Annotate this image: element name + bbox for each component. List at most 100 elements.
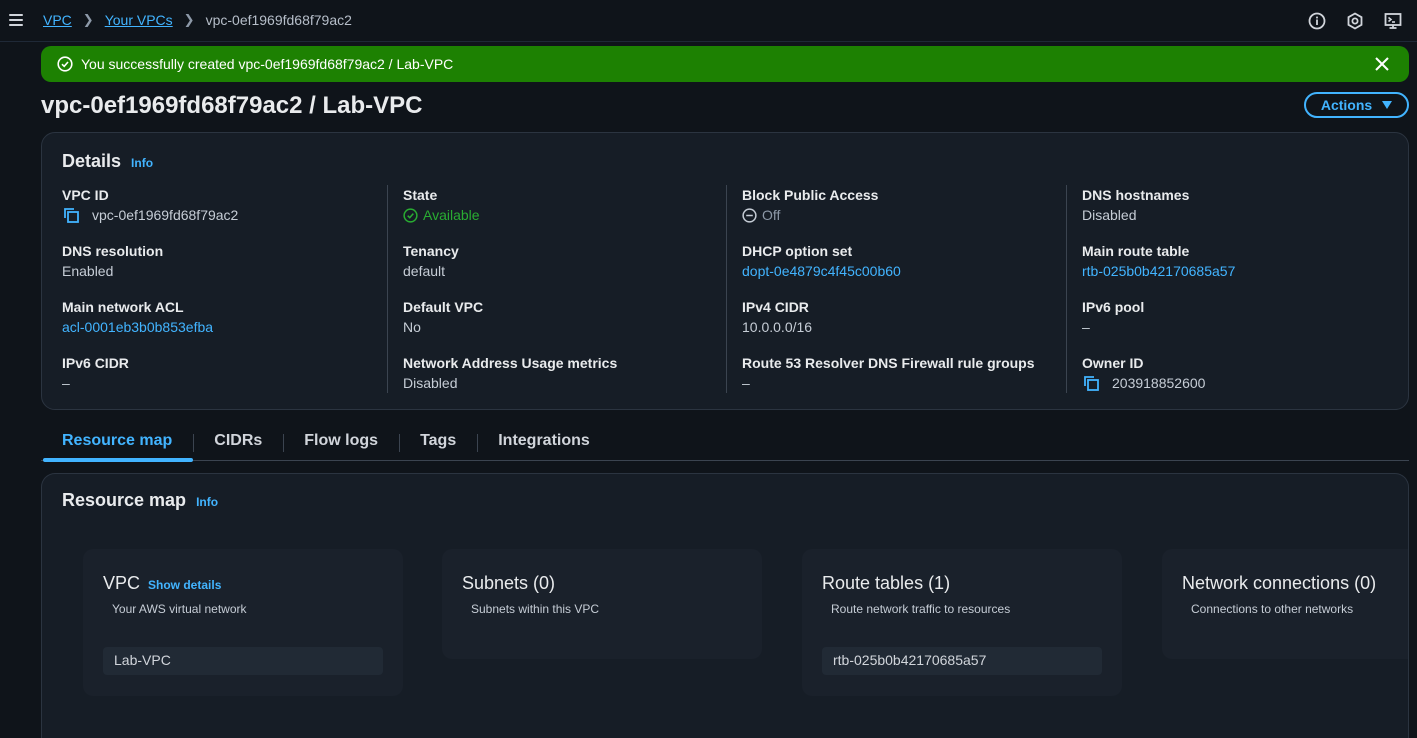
field-route53-firewall: Route 53 Resolver DNS Firewall rule grou… [742,353,1035,409]
field-dns-hostnames: DNS hostnames Disabled [1082,185,1235,241]
tab-integrations[interactable]: Integrations [477,428,611,460]
details-column-2: State Available Tenancy default Default … [387,185,617,393]
field-default-vpc: Default VPC No [403,297,617,353]
resource-map-info-link[interactable]: Info [196,495,218,509]
resource-map-title: Resource map [62,490,187,510]
subnets-box: Subnets (0) Subnets within this VPC [442,549,762,659]
field-value: – [742,375,750,391]
block-public-access-value: Off [762,207,781,223]
dhcp-option-set-link[interactable]: dopt-0e4879c4f45c00b60 [742,261,901,281]
flash-message: You successfully created vpc-0ef1969fd68… [81,56,454,72]
field-label: Main network ACL [62,299,184,315]
field-label: Default VPC [403,299,484,315]
vpc-id-value: vpc-0ef1969fd68f79ac2 [92,207,239,223]
tab-flow-logs[interactable]: Flow logs [283,428,399,460]
route-tables-box: Route tables (1) Route network traffic t… [802,549,1122,696]
field-main-network-acl: Main network ACL acl-0001eb3b0b853efba [62,297,238,353]
info-circle-icon[interactable] [1307,11,1327,31]
details-panel: Details Info VPC ID vpc-0ef1969fd68f79ac… [41,132,1409,410]
field-value: 203918852600 [1082,373,1235,393]
resource-map-heading: Resource map Info [62,490,218,511]
top-navigation-bar: VPC ❯ Your VPCs ❯ vpc-0ef1969fd68f79ac2 [0,0,1417,42]
route-table-item[interactable]: rtb-025b0b42170685a57 [822,647,1102,675]
breadcrumb-vpc[interactable]: VPC [43,12,72,28]
field-dhcp-option-set: DHCP option set dopt-0e4879c4f45c00b60 [742,241,1035,297]
field-vpc-id: VPC ID vpc-0ef1969fd68f79ac2 [62,185,238,241]
field-label: DHCP option set [742,243,853,259]
main-network-acl-link[interactable]: acl-0001eb3b0b853efba [62,317,213,337]
minus-circle-icon [742,207,757,223]
close-icon[interactable] [1373,55,1391,73]
details-title: Details [62,151,122,171]
main-route-table-link[interactable]: rtb-025b0b42170685a57 [1082,261,1235,281]
subnets-box-title: Subnets (0) [462,573,556,593]
caret-down-icon [1382,101,1393,109]
field-label: State [403,187,438,203]
page-title: vpc-0ef1969fd68f79ac2 / Lab-VPC [41,92,423,119]
field-value: Disabled [403,375,458,391]
top-icons [1307,11,1403,31]
tab-cidrs[interactable]: CIDRs [193,428,283,460]
field-label: Route 53 Resolver DNS Firewall rule grou… [742,355,1035,371]
resource-map-panel: Resource map Info VPC Show details Your … [41,473,1409,738]
network-connections-box-subtitle: Connections to other networks [1191,602,1354,616]
vpc-box-heading: VPC Show details [103,573,221,594]
field-dns-resolution: DNS resolution Enabled [62,241,238,297]
check-circle-icon [57,56,73,72]
network-connections-box: Network connections (0) Connections to o… [1162,549,1408,659]
field-label: VPC ID [62,187,109,203]
vpc-box-title: VPC [103,573,141,593]
field-value: Available [403,205,617,225]
tab-tags[interactable]: Tags [399,428,477,460]
cloudshell-icon[interactable] [1383,11,1403,31]
show-details-link[interactable]: Show details [148,578,221,592]
actions-button-label: Actions [1320,97,1373,113]
settings-hex-icon[interactable] [1345,11,1365,31]
check-circle-icon [403,207,418,223]
field-label: IPv4 CIDR [742,299,809,315]
field-value: No [403,319,421,335]
chevron-right-icon: ❯ [82,12,94,27]
field-label: Block Public Access [742,187,879,203]
details-heading: Details Info [62,151,153,172]
breadcrumb-current: vpc-0ef1969fd68f79ac2 [205,12,352,28]
subnets-box-subtitle: Subnets within this VPC [471,602,600,616]
details-column-4: DNS hostnames Disabled Main route table … [1066,185,1235,393]
field-label: Main route table [1082,243,1190,259]
field-label: DNS resolution [62,243,164,259]
menu-icon[interactable] [9,14,23,26]
field-value: Enabled [62,263,114,279]
details-column-3: Block Public Access Off DHCP option set … [726,185,1035,393]
field-value: 10.0.0.0/16 [742,319,813,335]
breadcrumb-your-vpcs[interactable]: Your VPCs [105,12,173,28]
field-block-public-access: Block Public Access Off [742,185,1035,241]
copy-icon[interactable] [62,206,80,224]
copy-icon[interactable] [1082,374,1100,392]
field-ipv6-pool: IPv6 pool – [1082,297,1235,353]
field-value: default [403,263,446,279]
details-info-link[interactable]: Info [131,156,153,170]
field-value: – [1082,319,1090,335]
vpc-box: VPC Show details Your AWS virtual networ… [83,549,403,696]
field-tenancy: Tenancy default [403,241,617,297]
field-state: State Available [403,185,617,241]
field-nau-metrics: Network Address Usage metrics Disabled [403,353,617,409]
chevron-right-icon: ❯ [183,12,195,27]
field-label: IPv6 CIDR [62,355,129,371]
tab-resource-map[interactable]: Resource map [41,428,194,462]
breadcrumb: VPC ❯ Your VPCs ❯ vpc-0ef1969fd68f79ac2 [43,12,352,28]
details-column-1: VPC ID vpc-0ef1969fd68f79ac2 DNS resolut… [62,185,238,393]
field-value: Off [742,205,1035,225]
field-value: – [62,375,70,391]
state-value: Available [423,207,480,223]
field-label: Owner ID [1082,355,1144,371]
actions-button[interactable]: Actions [1304,92,1409,118]
success-flash-banner: You successfully created vpc-0ef1969fd68… [41,46,1409,82]
field-owner-id: Owner ID 203918852600 [1082,353,1235,409]
field-label: Tenancy [403,243,459,259]
vpc-box-subtitle: Your AWS virtual network [112,602,247,616]
vpc-item[interactable]: Lab-VPC [103,647,383,675]
route-tables-box-title: Route tables (1) [822,573,951,593]
field-main-route-table: Main route table rtb-025b0b42170685a57 [1082,241,1235,297]
field-label: Network Address Usage metrics [403,355,618,371]
